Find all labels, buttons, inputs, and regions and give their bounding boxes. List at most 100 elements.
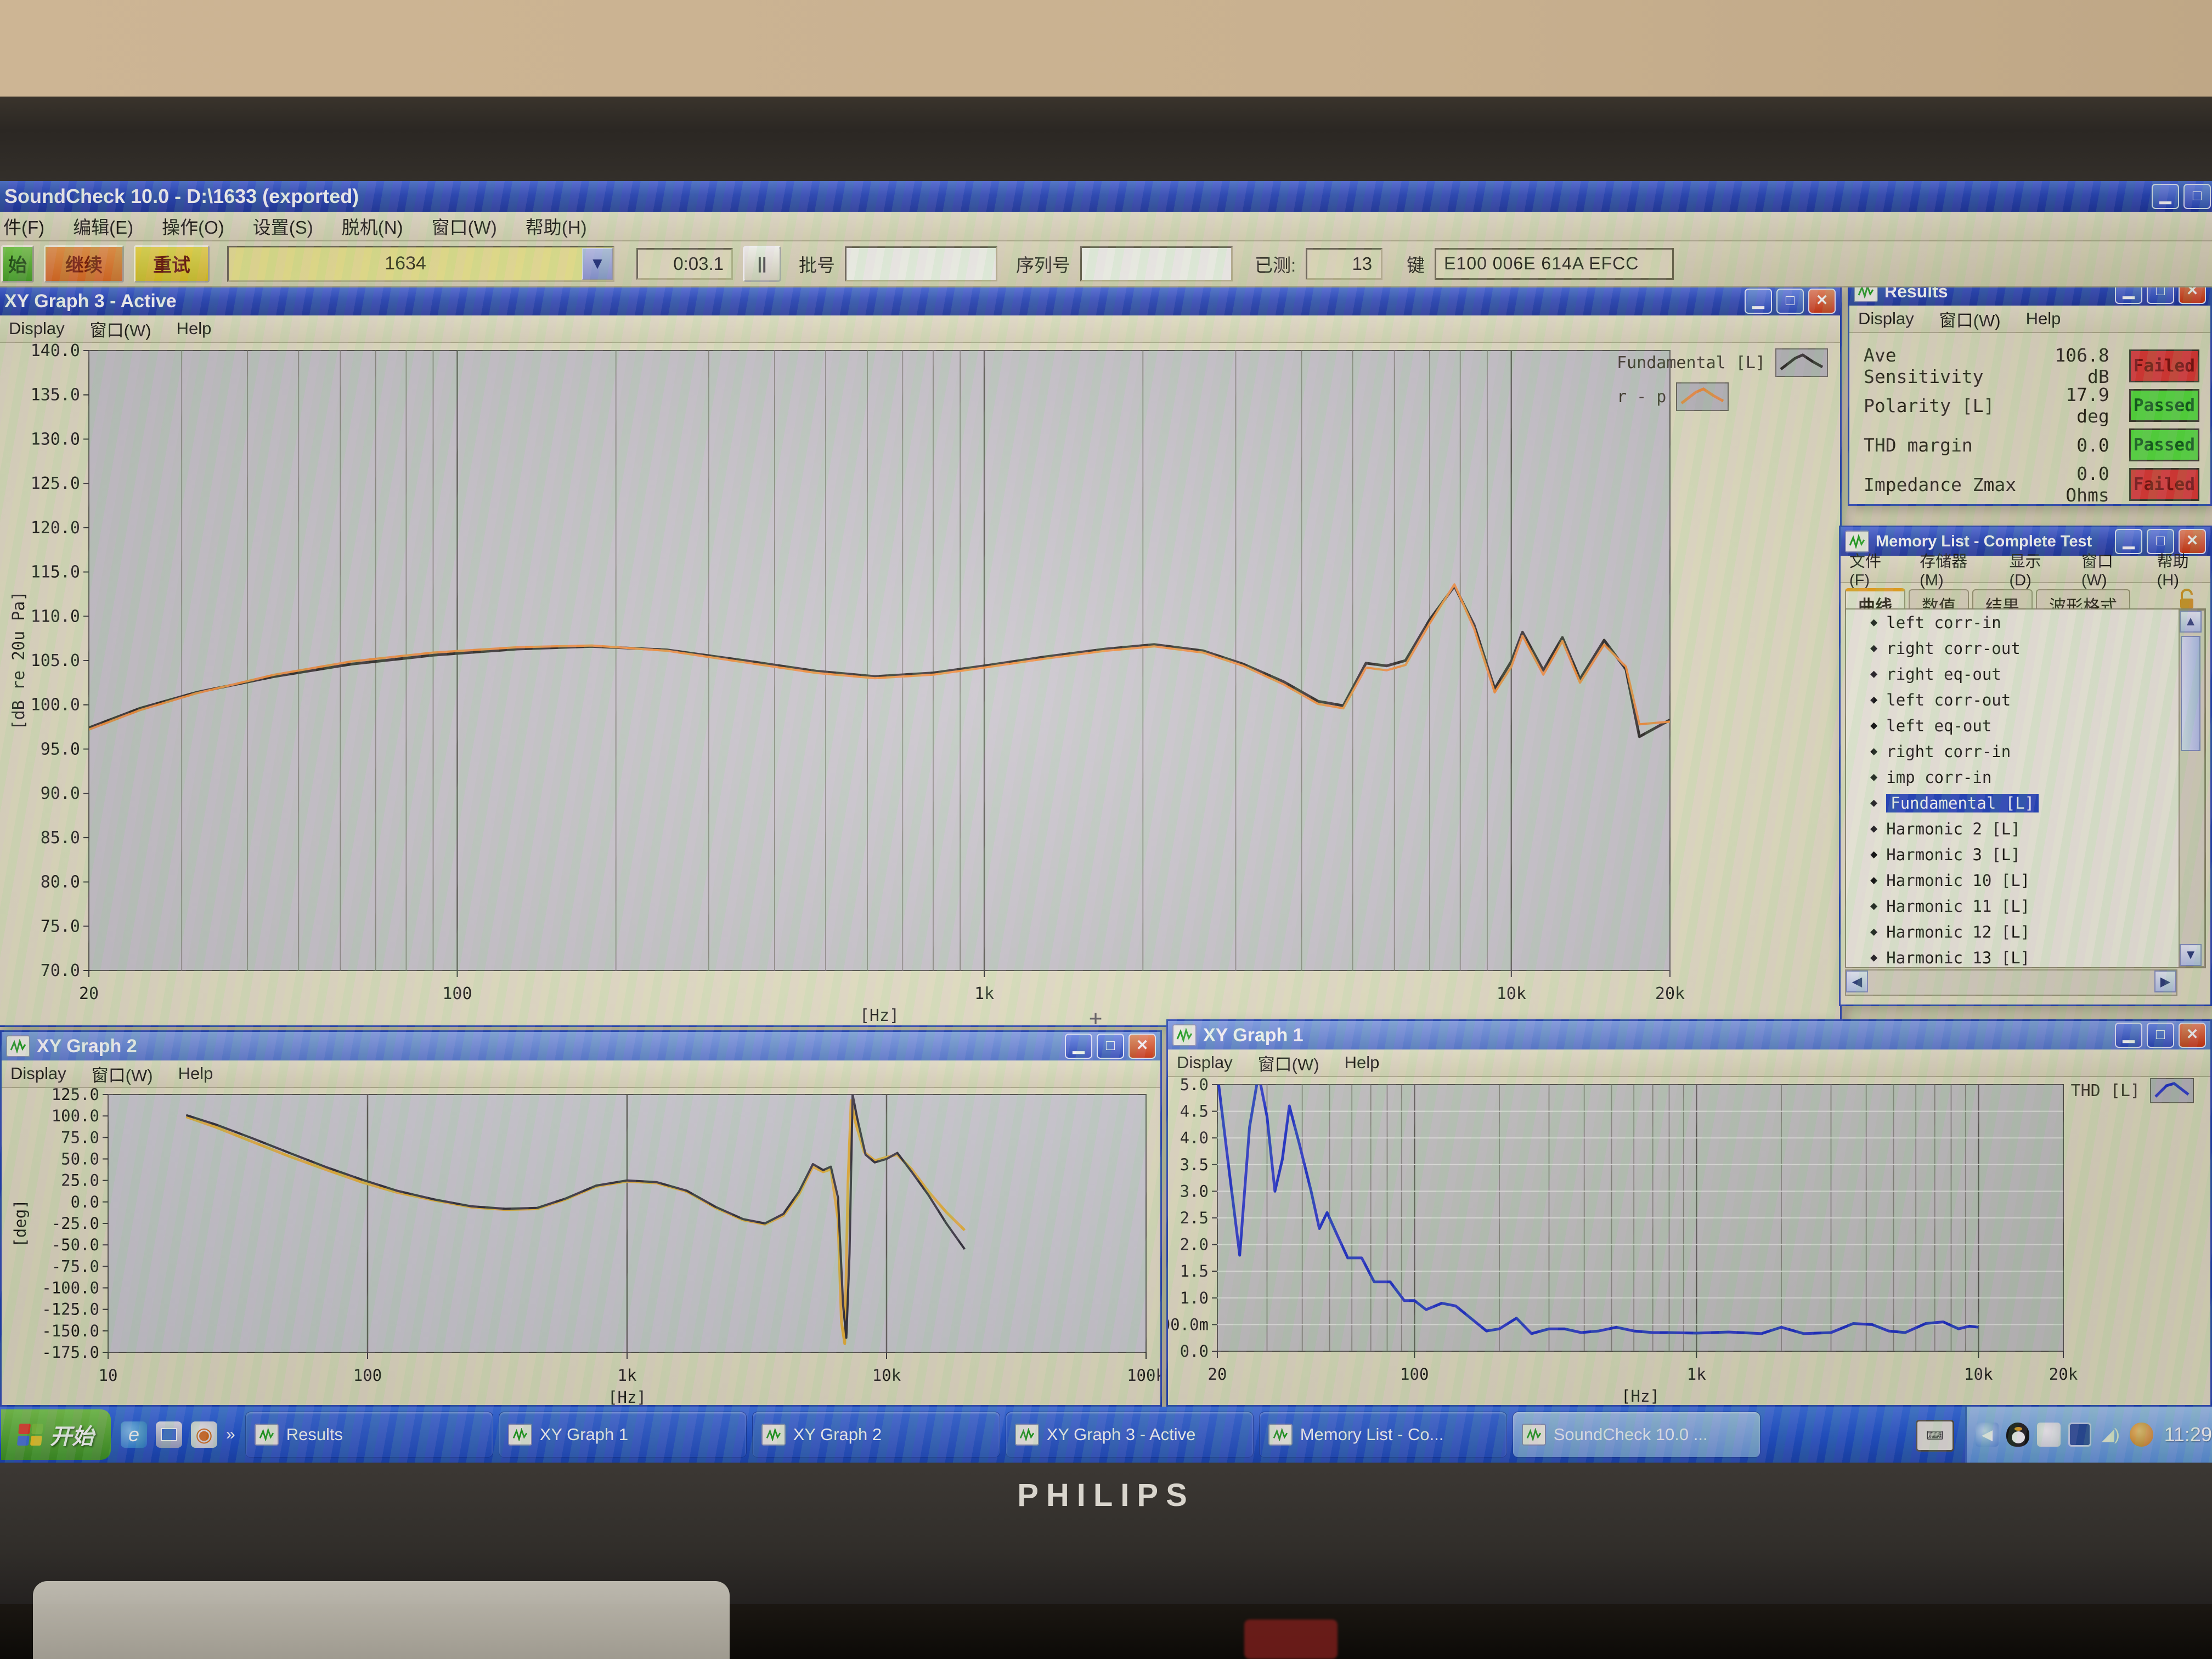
- scroll-left-icon[interactable]: ◀: [1846, 970, 1868, 992]
- close-icon[interactable]: ✕: [2179, 1023, 2206, 1048]
- language-bar-icon[interactable]: ◀: [1976, 1423, 1999, 1447]
- menu-item[interactable]: 操作(O): [162, 213, 224, 239]
- menu-item[interactable]: 脱机(N): [342, 213, 403, 239]
- minimize-icon[interactable]: ▁: [2115, 1023, 2142, 1048]
- svg-text:20: 20: [1208, 1365, 1227, 1384]
- list-item[interactable]: left corr-out: [1846, 687, 2205, 713]
- list-item[interactable]: Harmonic 2 [L]: [1846, 816, 2205, 842]
- svg-text:[dB re 20u Pa]: [dB re 20u Pa]: [9, 591, 29, 730]
- legend-line-sample[interactable]: [2150, 1078, 2194, 1103]
- taskbar-window-button[interactable]: Results: [245, 1412, 493, 1458]
- close-icon[interactable]: ✕: [1128, 1034, 1156, 1059]
- svg-text:100: 100: [442, 984, 472, 1003]
- maximize-icon[interactable]: □: [1776, 289, 1804, 314]
- maximize-icon[interactable]: □: [2147, 1023, 2174, 1048]
- close-icon[interactable]: ✕: [1808, 289, 1836, 314]
- menu-item[interactable]: Display: [1858, 309, 1914, 329]
- chevron-more-icon[interactable]: »: [226, 1425, 235, 1444]
- minimize-icon[interactable]: ▁: [1065, 1034, 1092, 1059]
- keyboard-layout-icon[interactable]: ⌨: [1916, 1420, 1954, 1452]
- sequence-combobox[interactable]: 1634 ▼: [227, 246, 614, 282]
- xy-graph-2-titlebar[interactable]: XY Graph 2 ▁ □ ✕: [2, 1032, 1160, 1060]
- antivirus-icon[interactable]: [2130, 1423, 2153, 1447]
- svg-text:100: 100: [353, 1366, 382, 1385]
- list-item[interactable]: left eq-out: [1846, 713, 2205, 738]
- menu-item[interactable]: 窗口(W): [1258, 1051, 1319, 1075]
- menu-item[interactable]: 窗口(W): [1939, 307, 2001, 331]
- menu-item[interactable]: 窗口(W): [90, 317, 151, 341]
- maximize-icon[interactable]: □: [2183, 184, 2211, 209]
- menu-item[interactable]: 编辑(E): [73, 213, 133, 239]
- menu-item[interactable]: Display: [10, 1064, 66, 1084]
- lot-input[interactable]: [845, 246, 997, 281]
- taskbar-window-button[interactable]: Memory List - Co...: [1259, 1412, 1507, 1458]
- list-item[interactable]: imp corr-in: [1846, 764, 2205, 790]
- status-badge: Failed: [2129, 468, 2199, 501]
- minimize-icon[interactable]: ▁: [1745, 289, 1772, 314]
- start-test-button[interactable]: 始: [1, 245, 34, 283]
- list-item[interactable]: right eq-out: [1846, 661, 2205, 687]
- menu-item[interactable]: 窗口(W): [432, 213, 497, 239]
- menu-item[interactable]: 设置(S): [253, 213, 313, 239]
- scroll-right-icon[interactable]: ▶: [2154, 970, 2176, 992]
- list-item[interactable]: Harmonic 11 [L]: [1846, 893, 2205, 919]
- list-item[interactable]: right corr-out: [1846, 635, 2205, 661]
- xy-graph-3-titlebar[interactable]: XY Graph 3 - Active ▁ □ ✕: [0, 287, 1840, 315]
- internet-explorer-icon[interactable]: e: [121, 1421, 147, 1448]
- curve-name: Harmonic 13 [L]: [1886, 949, 2030, 967]
- list-item[interactable]: Harmonic 3 [L]: [1846, 842, 2205, 867]
- menu-item[interactable]: 窗口(W): [92, 1062, 153, 1086]
- menu-item[interactable]: 帮助(H): [526, 213, 587, 239]
- scroll-up-icon[interactable]: ▲: [2180, 611, 2202, 633]
- scrollbar-thumb[interactable]: [2181, 636, 2200, 751]
- messenger-icon[interactable]: [2037, 1423, 2060, 1447]
- start-button[interactable]: 开始: [1, 1409, 111, 1460]
- svg-text:110.0: 110.0: [31, 607, 80, 626]
- xy-graph-1-titlebar[interactable]: XY Graph 1 ▁ □ ✕: [1168, 1021, 2210, 1049]
- vertical-scrollbar[interactable]: ▲ ▼: [2179, 610, 2205, 967]
- svg-text:10k: 10k: [1964, 1365, 1993, 1384]
- pause-button[interactable]: ||: [743, 246, 781, 282]
- menu-item[interactable]: Help: [178, 1064, 213, 1084]
- legend-line-sample[interactable]: [1676, 382, 1729, 411]
- menu-item[interactable]: Help: [1345, 1053, 1380, 1073]
- curve-name: left corr-out: [1886, 691, 2011, 709]
- volume-icon[interactable]: ◢): [2099, 1423, 2122, 1447]
- menu-item[interactable]: 件(F): [3, 213, 44, 239]
- taskbar-window-button[interactable]: XY Graph 2: [752, 1412, 1000, 1458]
- list-item[interactable]: Harmonic 13 [L]: [1846, 945, 2205, 968]
- qq-penguin-icon[interactable]: [2006, 1423, 2029, 1447]
- display-settings-icon[interactable]: [2068, 1423, 2091, 1447]
- menu-item[interactable]: Display: [1177, 1053, 1233, 1073]
- scroll-down-icon[interactable]: ▼: [2180, 944, 2202, 966]
- window-xy-graph-3: XY Graph 3 - Active ▁ □ ✕ Display 窗口(W) He…: [0, 285, 1842, 1027]
- show-desktop-icon[interactable]: [156, 1421, 182, 1448]
- list-item[interactable]: right corr-in: [1846, 738, 2205, 764]
- list-item[interactable]: left corr-in: [1846, 610, 2205, 635]
- media-player-icon[interactable]: ◉: [191, 1421, 217, 1448]
- minimize-icon[interactable]: ▁: [2152, 184, 2179, 209]
- retry-button[interactable]: 重试: [134, 245, 210, 283]
- curve-name: imp corr-in: [1886, 768, 1991, 787]
- serial-input[interactable]: [1080, 246, 1233, 281]
- taskbar-window-button[interactable]: SoundCheck 10.0 ...: [1513, 1412, 1760, 1458]
- window-icon: [1015, 1424, 1039, 1446]
- xy-graph-2-menubar: Display 窗口(W) Help: [2, 1060, 1160, 1088]
- memory-curve-list: left corr-in right corr-out right eq-out…: [1845, 608, 2206, 968]
- menu-item[interactable]: Display: [9, 319, 65, 338]
- list-item[interactable]: Fundamental [L]: [1846, 790, 2205, 816]
- resume-button[interactable]: 继续: [44, 245, 124, 283]
- maximize-icon[interactable]: □: [1097, 1034, 1124, 1059]
- xy-graph-3-menubar: Display 窗口(W) Help: [0, 315, 1840, 343]
- taskbar-window-button[interactable]: XY Graph 3 - Active: [1006, 1412, 1254, 1458]
- legend-line-sample[interactable]: [1775, 348, 1828, 377]
- horizontal-scrollbar[interactable]: ◀ ▶: [1845, 969, 2177, 996]
- taskbar-window-button[interactable]: XY Graph 1: [499, 1412, 747, 1458]
- menu-item[interactable]: Help: [2026, 309, 2061, 329]
- svg-text:105.0: 105.0: [31, 651, 80, 670]
- results-table: Ave Sensitivity 106.8 dB Failed Polarity…: [1849, 332, 2210, 504]
- chevron-down-icon[interactable]: ▼: [582, 248, 613, 280]
- list-item[interactable]: Harmonic 10 [L]: [1846, 867, 2205, 893]
- menu-item[interactable]: Help: [177, 319, 212, 338]
- list-item[interactable]: Harmonic 12 [L]: [1846, 919, 2205, 945]
